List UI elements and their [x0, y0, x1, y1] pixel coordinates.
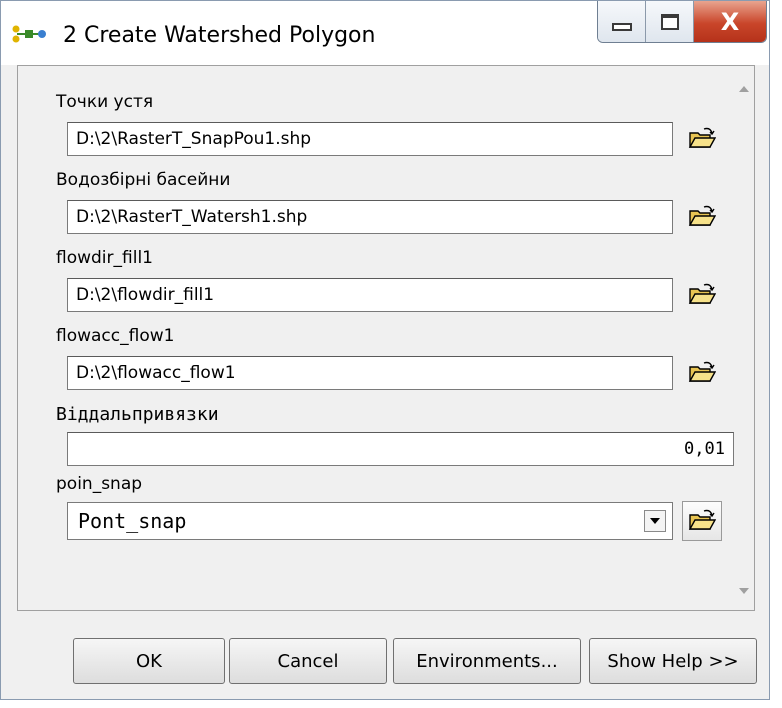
- open-folder-icon: [688, 205, 716, 226]
- browse-poin-snap-button[interactable]: [682, 501, 722, 541]
- close-button[interactable]: X: [694, 1, 766, 42]
- watersheds-input[interactable]: D:\2\RasterT_Watersh1.shp: [67, 200, 673, 234]
- field-label-flowdir: flowdir_fill1: [56, 248, 153, 268]
- maximize-icon: [660, 13, 679, 30]
- scroll-up-icon[interactable]: [739, 86, 749, 92]
- title-bar[interactable]: 2 Create Watershed Polygon X: [1, 1, 769, 65]
- cancel-button[interactable]: Cancel: [229, 638, 387, 684]
- show-help-button[interactable]: Show Help >>: [589, 638, 757, 684]
- maximize-button[interactable]: [646, 1, 694, 42]
- poin-snap-selected: Pont_snap: [78, 509, 187, 533]
- model-icon: [12, 25, 46, 43]
- browse-flowacc-button[interactable]: [682, 353, 722, 393]
- poin-snap-dropdown[interactable]: Pont_snap: [67, 502, 673, 540]
- field-label-snap-distance: Віддальпривязки: [56, 404, 219, 425]
- open-folder-icon: [688, 283, 716, 304]
- field-label-outlet-points: Точки устя: [56, 92, 154, 112]
- window-title: 2 Create Watershed Polygon: [63, 23, 376, 48]
- open-folder-icon: [688, 509, 716, 530]
- flowacc-input[interactable]: D:\2\flowacc_flow1: [67, 356, 673, 390]
- field-label-poin-snap: poin_snap: [56, 474, 143, 494]
- dialog-window: 2 Create Watershed Polygon X Точки устя …: [0, 0, 770, 700]
- minimize-button[interactable]: [598, 1, 646, 42]
- close-icon: X: [720, 7, 740, 36]
- parameters-panel: Точки устя D:\2\RasterT_SnapPou1.shp Вод…: [17, 65, 755, 611]
- field-label-flowacc: flowacc_flow1: [56, 326, 175, 346]
- field-label-watersheds: Водозбірні басейни: [56, 170, 231, 190]
- chevron-down-icon[interactable]: [644, 510, 666, 532]
- browse-flowdir-button[interactable]: [682, 275, 722, 315]
- window-controls: X: [597, 1, 767, 43]
- browse-watersheds-button[interactable]: [682, 197, 722, 237]
- outlet-points-input[interactable]: D:\2\RasterT_SnapPou1.shp: [67, 122, 673, 156]
- minimize-icon: [611, 22, 632, 31]
- scroll-down-icon[interactable]: [739, 588, 749, 594]
- open-folder-icon: [688, 127, 716, 148]
- browse-outlet-points-button[interactable]: [682, 119, 722, 159]
- environments-button[interactable]: Environments...: [393, 638, 581, 684]
- button-bar: OK Cancel Environments... Show Help >>: [1, 611, 769, 699]
- open-folder-icon: [688, 361, 716, 382]
- snap-distance-input[interactable]: 0,01: [67, 432, 734, 466]
- vertical-scrollbar[interactable]: [734, 66, 754, 610]
- flowdir-input[interactable]: D:\2\flowdir_fill1: [67, 278, 673, 312]
- ok-button[interactable]: OK: [73, 638, 225, 684]
